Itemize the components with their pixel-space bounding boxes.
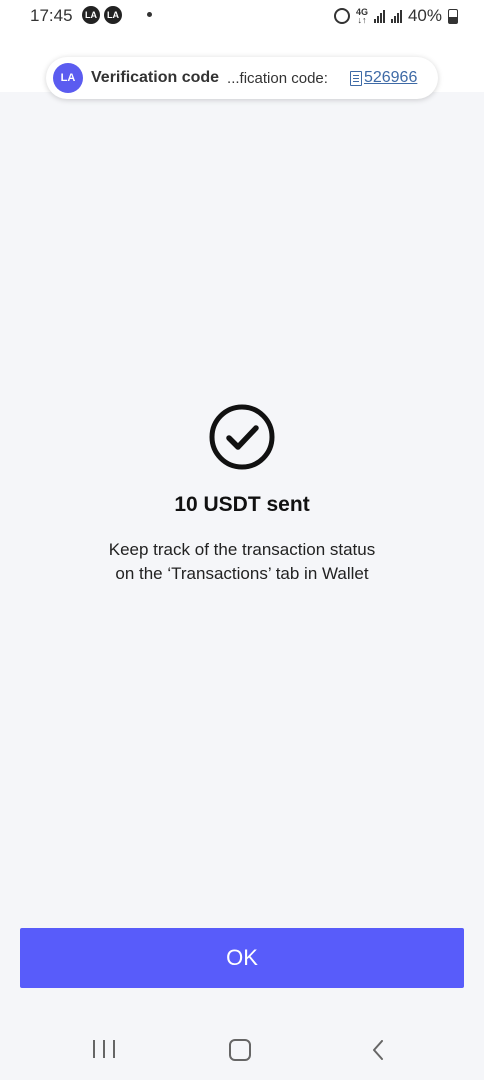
network-type-icon: 4G ↓↑	[355, 7, 368, 25]
back-icon[interactable]	[372, 1040, 384, 1060]
copy-icon	[349, 70, 362, 86]
status-bar: 17:45 LA LA 4G ↓↑ 40%	[0, 0, 484, 40]
notification-body: ...fication code:	[227, 69, 328, 87]
recent-apps-icon[interactable]	[93, 1040, 115, 1060]
verification-code-notification[interactable]: LA Verification code ...fication code: 5…	[46, 57, 438, 99]
battery-icon	[448, 8, 458, 24]
app-logo-icon: LA	[53, 63, 83, 93]
status-notification-icons: LA LA	[82, 6, 122, 24]
battery-percent: 40%	[407, 6, 442, 25]
success-description: Keep track of the transaction status on …	[0, 538, 484, 586]
app-notification-icon: LA	[82, 6, 100, 24]
verification-code[interactable]: 526966	[364, 69, 417, 87]
signal-strength-icon-1	[373, 9, 385, 23]
check-circle-icon	[209, 404, 275, 470]
more-notifications-dot-icon	[147, 12, 152, 17]
success-title: 10 USDT sent	[174, 493, 310, 516]
ok-button[interactable]: OK	[20, 928, 464, 988]
signal-strength-icon-2	[390, 9, 402, 23]
network-type-label: 4G	[355, 7, 368, 17]
status-time: 17:45	[30, 6, 73, 25]
status-system-icons: 4G ↓↑ 40%	[333, 6, 458, 26]
system-navigation-bar	[0, 1020, 484, 1080]
home-icon[interactable]	[229, 1039, 251, 1061]
notification-title: Verification code	[91, 69, 220, 86]
app-notification-icon-stack: LA	[104, 6, 122, 24]
success-description-line-2: on the ‘Transactions’ tab in Wallet	[115, 564, 369, 583]
alarm-icon	[333, 8, 350, 24]
success-description-line-1: Keep track of the transaction status	[108, 540, 376, 559]
copy-code-button[interactable]: 526966	[349, 69, 417, 87]
